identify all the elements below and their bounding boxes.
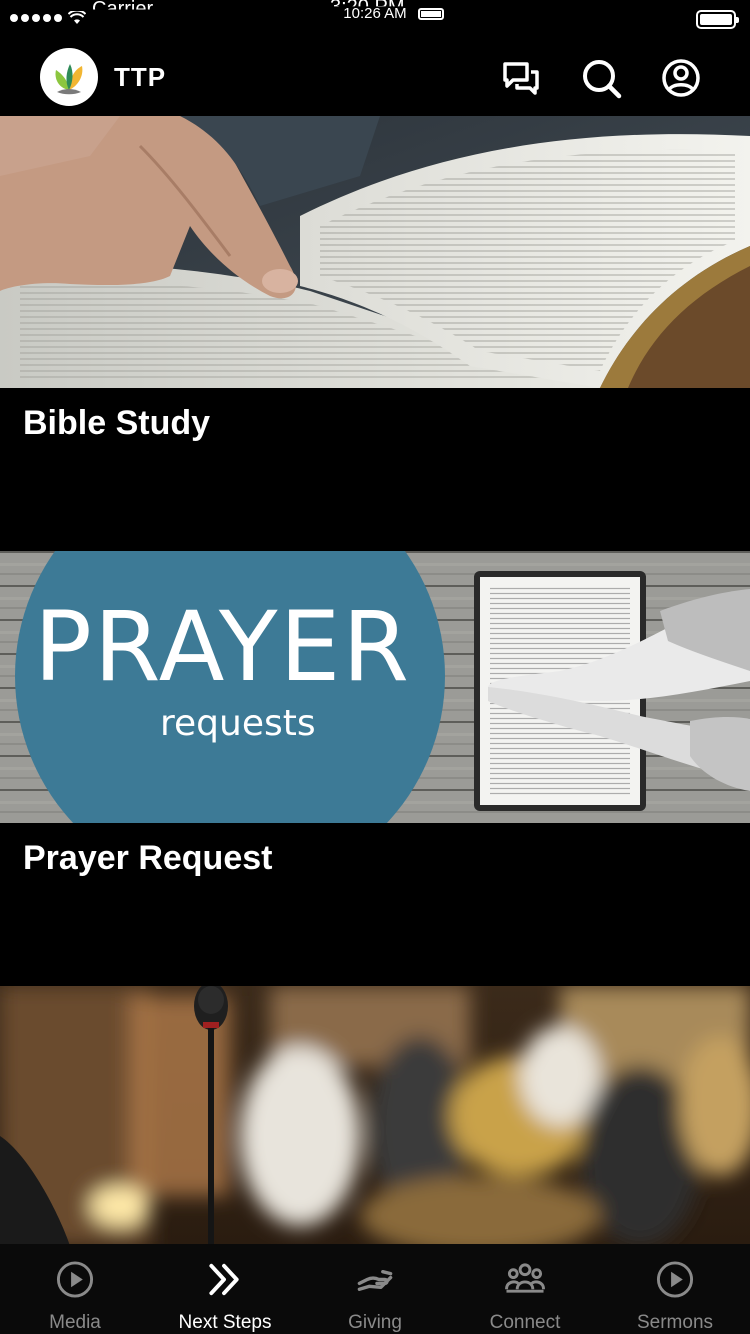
tab-label: Giving — [348, 1312, 402, 1333]
app-header: TTP — [0, 40, 750, 116]
app-logo[interactable] — [40, 48, 98, 106]
battery-icon — [418, 8, 444, 20]
banner-small-text: requests — [160, 703, 316, 744]
search-icon — [583, 60, 622, 99]
tab-label: Media — [49, 1312, 101, 1333]
tab-next-steps[interactable]: Next Steps — [150, 1244, 300, 1334]
double-chevron-right-icon — [209, 1263, 239, 1296]
app-title: TTP — [114, 62, 167, 92]
card-title: Prayer Request — [23, 839, 273, 877]
chat-icon — [503, 62, 539, 95]
congregation-microphone-photo — [0, 986, 750, 1246]
tab-connect[interactable]: Connect — [450, 1244, 600, 1334]
tab-media[interactable]: Media — [0, 1244, 150, 1334]
open-bible-photo — [0, 116, 750, 388]
card-prayer-request[interactable]: PRAYER requests Prayer Request — [0, 551, 750, 877]
leaf-logo-icon — [55, 64, 83, 95]
play-circle-icon — [56, 1261, 94, 1298]
status-time: 10:26 AM — [343, 5, 407, 22]
profile-button[interactable] — [659, 56, 703, 100]
giving-hand-icon — [357, 1269, 393, 1291]
tab-label: Connect — [489, 1312, 561, 1333]
tab-label: Next Steps — [178, 1312, 272, 1333]
play-circle-icon — [656, 1261, 694, 1298]
banner-big-text: PRAYER — [34, 591, 411, 703]
group-icon — [505, 1263, 545, 1293]
tab-giving[interactable]: Giving — [300, 1244, 450, 1334]
tab-sermons[interactable]: Sermons — [600, 1244, 750, 1334]
card-bible-study[interactable]: Bible Study — [0, 116, 750, 442]
card-title: Bible Study — [23, 404, 211, 442]
chat-button[interactable] — [499, 56, 543, 100]
prayer-requests-banner: PRAYER requests — [0, 551, 750, 823]
card-congregation[interactable] — [0, 986, 750, 1246]
profile-icon — [662, 59, 700, 97]
search-button[interactable] — [579, 56, 623, 100]
bottom-tab-bar: Media Next Steps Giving Connect Sermons — [0, 1244, 750, 1334]
status-bar: Carrier 10:26 AM 3:20 PM — [0, 0, 750, 40]
tab-label: Sermons — [636, 1312, 714, 1333]
battery-full-icon — [696, 10, 739, 29]
